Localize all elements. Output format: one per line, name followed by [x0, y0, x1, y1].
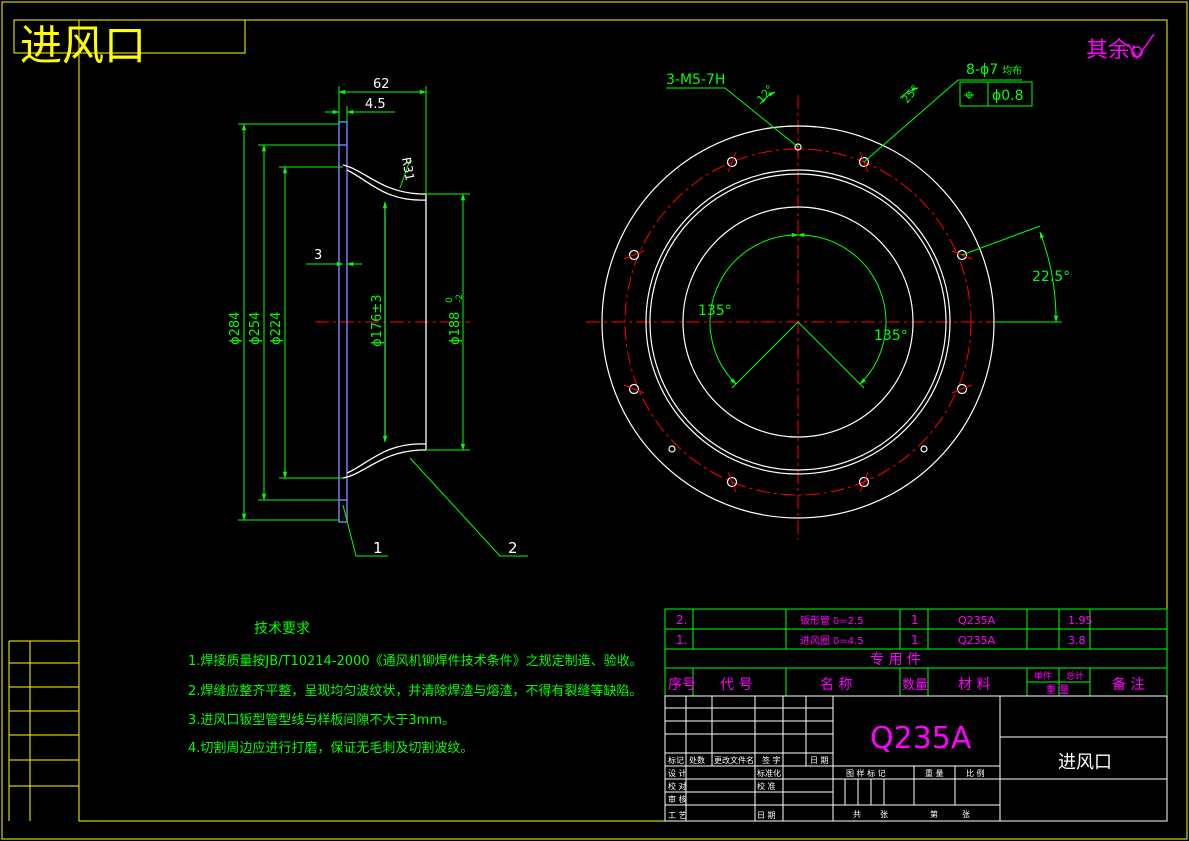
position-tolerance-value: ϕ0.8	[992, 88, 1024, 104]
drawing-sheet: 进风口 其余: 62 4.5 R31 3 ϕ284 ϕ254 ϕ224 ϕ176…	[1, 1, 1188, 840]
stage-header-mark: 图 样 标 记	[846, 768, 886, 778]
title-drawing-name: 进风口	[1058, 752, 1112, 773]
parts-row-1-no: 1.	[676, 633, 687, 647]
dim-d188-tol-lower: -2	[455, 294, 465, 303]
side-view: 135° 135° 22.5° 12° 25° 3-M5-7H 8-ϕ7 均布 ⌖…	[586, 62, 1070, 540]
dim-overall-width: 62	[373, 77, 390, 92]
role-process: 工 艺	[668, 811, 687, 820]
role-approve: 校 准	[757, 781, 776, 791]
parts-header-name: 名 称	[820, 677, 852, 693]
hole-callout-note: 均布	[1002, 65, 1022, 77]
rev-header-count: 处数	[689, 755, 705, 765]
angle-a: 135°	[698, 303, 732, 319]
hole-callout: 8-ϕ7 均布	[966, 62, 1022, 78]
side-angle-dims	[666, 79, 1062, 389]
dim-d254: ϕ254	[248, 312, 263, 345]
tech-requirements: 技术要求 1.焊接质量按JB/T10214-2000《通风机铆焊件技术条件》之规…	[188, 621, 643, 756]
sheet-title: 进风口	[20, 21, 146, 70]
parts-row-1-material: Q235A	[958, 634, 996, 647]
stage-header-weight: 重 量	[925, 768, 944, 778]
stage-header-scale: 比 例	[966, 768, 985, 778]
role-review: 审 核	[668, 794, 687, 804]
rev-header-date: 日 期	[810, 756, 829, 765]
parts-header-code: 代 号	[720, 677, 752, 693]
parts-header-weight: 重 量	[1046, 683, 1069, 696]
sheet-footer-total: 共	[853, 810, 861, 819]
front-dimension-lines	[238, 86, 470, 521]
parts-header-total-weight: 总计	[1066, 670, 1084, 682]
dim-d188-tol-upper: 0	[445, 297, 455, 303]
parts-header-remark: 备 注	[1112, 676, 1144, 693]
position-tolerance-icon: ⌖	[964, 85, 974, 106]
title-material: Q235A	[870, 721, 972, 756]
role-design: 设 计	[668, 768, 687, 778]
parts-row-2-name: 钣形管 δ=2.5	[800, 614, 864, 627]
rev-header-mark: 标记	[668, 755, 684, 765]
parts-row-1-qty: 1	[911, 633, 919, 647]
front-view: 62 4.5 R31 3 ϕ284 ϕ254 ϕ224 ϕ176±3 ϕ188 …	[228, 77, 528, 557]
tech-item-1: 1.焊接质量按JB/T10214-2000《通风机铆焊件技术条件》之规定制造、验…	[188, 653, 643, 669]
sheet-footer-number-unit: 张	[962, 810, 970, 819]
rev-header-file: 更改文件名	[714, 755, 754, 765]
role-standard: 标准化	[757, 768, 781, 778]
role-date: 日 期	[757, 811, 776, 820]
dim-flange-thickness: 4.5	[365, 97, 386, 112]
sheet-footer-number: 第	[930, 809, 938, 819]
roughness-note: 其余:	[1086, 38, 1137, 63]
parts-group-label: 专 用 件	[870, 652, 921, 668]
parts-row-2-weight: 1.95	[1068, 614, 1093, 627]
dim-d224: ϕ224	[269, 312, 284, 345]
balloon-2: 2	[508, 539, 518, 557]
rev-header-sign: 签 字	[762, 755, 781, 765]
parts-row-2-no: 2.	[676, 613, 687, 627]
angle-b: 135°	[874, 328, 908, 344]
parts-row-2-qty: 1	[911, 613, 919, 627]
drawing-frame	[1, 1, 1188, 840]
sheet-footer-total-unit: 张	[880, 810, 888, 819]
title-block: Q235A 进风口 标记 处数 更改文件名 签 字 日 期 设 计 校 对 审 …	[664, 695, 1168, 822]
parts-header-no: 序号	[668, 677, 696, 693]
parts-list: 2. 钣形管 δ=2.5 1 Q235A 1.95 1. 进风圈 δ=4.5 1…	[664, 608, 1168, 697]
parts-row-1-weight: 3.8	[1068, 634, 1086, 647]
tech-item-2: 2.焊缝应整齐平整，呈现均匀波纹状，并清除焊渣与熔渣，不得有裂缝等缺陷。	[188, 683, 642, 699]
tech-heading: 技术要求	[254, 621, 310, 637]
parts-header-qty: 数量	[902, 678, 928, 693]
dim-d176: ϕ176±3	[370, 294, 385, 347]
parts-row-2-material: Q235A	[958, 614, 996, 627]
angle-e: 12°	[754, 83, 776, 106]
tech-item-3: 3.进风口钣型管型线与样板间隙不大于3mm。	[188, 713, 455, 728]
balloon-leaders	[342, 457, 528, 557]
parts-header-unit-weight: 单件	[1034, 670, 1052, 682]
dim-d188: ϕ188	[448, 312, 463, 345]
balloon-1: 1	[373, 539, 383, 557]
dim-d284: ϕ284	[228, 312, 243, 345]
tech-item-4: 4.切割周边应进行打磨，保证无毛刺及切割波纹。	[188, 740, 473, 756]
angle-d: 25°	[899, 83, 921, 106]
thread-callout: 3-M5-7H	[666, 72, 725, 88]
dim-plate-gap: 3	[314, 248, 322, 263]
parts-header-material: 材 料	[958, 677, 990, 693]
dim-radius: R31	[399, 156, 417, 182]
parts-row-1-name: 进风圈 δ=4.5	[800, 635, 864, 647]
angle-c: 22.5°	[1032, 269, 1070, 285]
role-check: 校 对	[668, 781, 687, 791]
